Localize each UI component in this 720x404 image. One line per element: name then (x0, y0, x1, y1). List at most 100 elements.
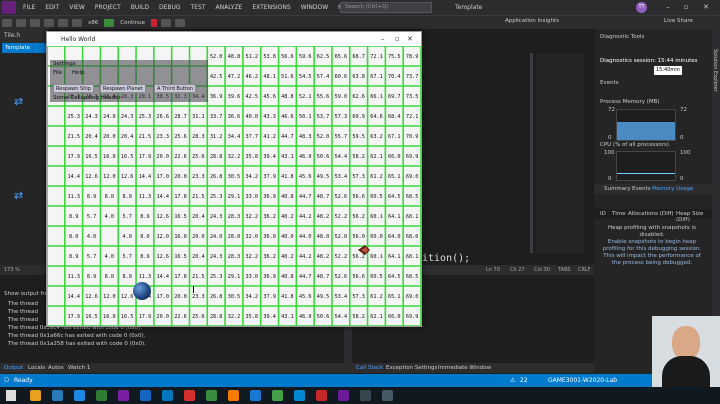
avatar[interactable]: TT (636, 2, 647, 13)
back-icon[interactable] (2, 18, 12, 27)
tile-value: 11.3 (67, 274, 80, 280)
tile-value: 12.6 (85, 294, 98, 300)
restart-icon[interactable] (161, 18, 171, 27)
continue-button[interactable]: Continue (120, 20, 145, 26)
menu-extensions[interactable]: EXTENSIONS (247, 4, 295, 11)
tile-value: 8.0 (105, 274, 114, 280)
tab-autos[interactable]: Autos (48, 365, 64, 371)
menu-window[interactable]: WINDOW (296, 4, 333, 11)
tile-value: 16.5 (174, 214, 187, 220)
stop-icon[interactable] (151, 18, 157, 27)
time-range-box[interactable]: 15:40min (654, 66, 682, 75)
tab-watch[interactable]: Watch 1 (68, 365, 90, 371)
tile-grid[interactable]: 52.0 48.8 51.2 53.8 56.6 59.6 62.5 65.6 68.7 72.1… (47, 46, 421, 326)
hello-world-window[interactable]: Hello World – ▫ ✕ 52.0 48.8 51.2 53.8 56.6 59… (46, 31, 422, 327)
menu-analyze[interactable]: ANALYZE (211, 4, 248, 11)
tile-value: 36.2 (263, 214, 276, 220)
third-button[interactable]: A Third Button (154, 84, 197, 93)
menu-project[interactable]: PROJECT (90, 4, 126, 11)
menu-edit[interactable]: EDIT (40, 4, 64, 11)
file-tab[interactable]: Tile.h (0, 29, 48, 43)
live-share-button[interactable]: Live Share (664, 18, 693, 24)
col-time[interactable]: Time (612, 211, 625, 217)
save-all-icon[interactable] (44, 18, 54, 27)
tab-summary[interactable]: Summary (604, 186, 631, 192)
app-icon-2[interactable] (162, 390, 173, 401)
menu-view[interactable]: VIEW (64, 4, 90, 11)
windows-start-icon[interactable] (6, 390, 16, 401)
tile-value: 17.9 (67, 314, 80, 320)
forward-icon[interactable] (16, 18, 26, 27)
tile-value: 24.3 (121, 114, 133, 120)
app-close-icon[interactable]: ✕ (407, 35, 413, 43)
app-icon-4[interactable] (206, 390, 217, 401)
mail-icon[interactable] (52, 390, 63, 401)
tab-exception-settings[interactable]: Exception Settings (386, 365, 437, 371)
menu-build[interactable]: BUILD (126, 4, 154, 11)
app-icon-8[interactable] (382, 390, 393, 401)
save-icon[interactable] (30, 18, 40, 27)
continue-play-icon[interactable] (104, 18, 115, 27)
collapsing-header[interactable]: Some Collapsing Header (53, 95, 121, 101)
app-minimize-icon[interactable]: – (381, 35, 385, 43)
step-over-icon[interactable] (175, 18, 185, 27)
vscode-icon[interactable] (74, 390, 85, 401)
tab-locals[interactable]: Locals (28, 365, 45, 371)
outlook-icon[interactable] (294, 390, 305, 401)
col-heap-size[interactable]: Heap Size (Diff) (676, 211, 712, 223)
tile-value: 48.3 (299, 134, 312, 140)
menu-file[interactable]: FILE (18, 4, 40, 11)
tile-value: 48.7 (317, 274, 330, 280)
tab-immediate-window[interactable]: Immediate Window (438, 365, 491, 371)
imgui-menu-file[interactable]: File (53, 70, 62, 76)
maximize-icon[interactable]: ▫ (678, 1, 694, 13)
zoom-level[interactable]: 173 % (4, 267, 20, 273)
respawn-planet-button[interactable]: Respawn Planet (100, 84, 146, 93)
imgui-settings-window[interactable]: Settings File Help Respawn Ship Respawn … (50, 60, 208, 102)
menu-debug[interactable]: DEBUG (154, 4, 186, 11)
project-name[interactable]: GAME3001-W2020-Lab (548, 377, 617, 384)
app-icon-3[interactable] (184, 390, 195, 401)
app-icon[interactable] (140, 390, 151, 401)
app-icon-5[interactable] (228, 390, 239, 401)
tile-value: 52.0 (335, 234, 348, 240)
respawn-ship-button[interactable]: Respawn Ship (53, 84, 94, 93)
terminal-icon[interactable] (96, 390, 107, 401)
tab-output[interactable]: Output (4, 365, 23, 371)
imgui-menu-help[interactable]: Help (72, 70, 85, 76)
redo-icon[interactable] (72, 18, 82, 27)
app-icon-7[interactable] (360, 390, 371, 401)
code-minimap[interactable] (536, 53, 584, 253)
tile-value: 32.0 (246, 234, 258, 240)
warning-icon[interactable]: ⚠ (510, 377, 515, 384)
tab-events[interactable]: Events (632, 186, 651, 192)
search-input[interactable]: Search (Ctrl+Q) (340, 2, 432, 13)
editor-scrollbar[interactable] (530, 53, 533, 253)
tile-value: 56.0 (352, 234, 365, 240)
word-icon[interactable] (250, 390, 261, 401)
tile-value: 22.6 (174, 154, 187, 160)
undo-icon[interactable] (58, 18, 68, 27)
settings-header[interactable]: Settings (53, 61, 76, 67)
excel-icon[interactable] (272, 390, 283, 401)
enable-snapshots-link[interactable]: Enable snapshots to begin heap profiling… (600, 239, 704, 267)
solution-explorer-tab[interactable]: Solution Explorer (712, 49, 718, 92)
tile-value: 54.4 (335, 154, 348, 160)
minimize-icon[interactable]: – (660, 1, 676, 13)
template-tab[interactable]: Template (2, 43, 46, 53)
teams-icon[interactable] (338, 390, 349, 401)
error-count[interactable]: 22 (520, 377, 528, 384)
menu-test[interactable]: TEST (186, 4, 211, 11)
col-allocations[interactable]: Allocations (Diff) (628, 211, 674, 217)
app-insights-button[interactable]: Application Insights (505, 18, 559, 24)
config-select[interactable]: x86 (88, 20, 98, 26)
col-id[interactable]: ID (600, 211, 606, 217)
tab-call-stack[interactable]: Call Stack (356, 365, 383, 371)
app-icon-6[interactable] (316, 390, 327, 401)
close-icon[interactable]: ✕ (698, 1, 714, 13)
file-explorer-icon[interactable] (30, 390, 41, 401)
visual-studio-icon[interactable] (118, 390, 129, 401)
app-maximize-icon[interactable]: ▫ (395, 35, 400, 43)
tab-memory-usage[interactable]: Memory Usage (652, 186, 693, 192)
memory-max: 72 (608, 107, 615, 113)
